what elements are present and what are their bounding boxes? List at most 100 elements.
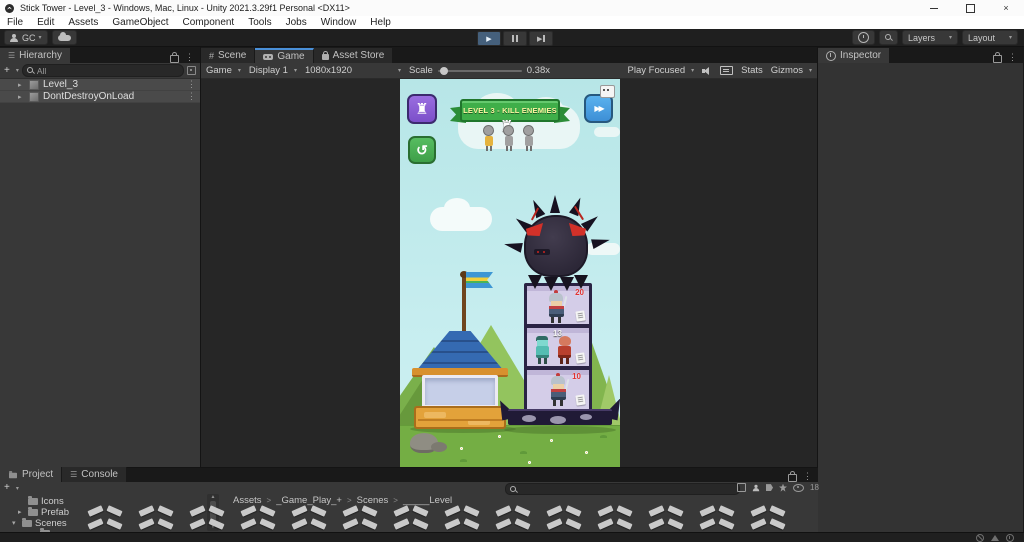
chevron-right-icon[interactable]: ▸ bbox=[18, 508, 25, 516]
scene-file-icon[interactable] bbox=[88, 517, 122, 530]
stats-button[interactable]: Stats bbox=[741, 65, 763, 76]
display-dropdown[interactable]: Display 1 ▾ bbox=[249, 65, 297, 76]
scene-file-icon[interactable] bbox=[88, 504, 122, 517]
scene-file-icon[interactable] bbox=[139, 517, 173, 530]
scene-file-icon[interactable] bbox=[649, 517, 683, 530]
fast-forward-button[interactable]: ▶▶ bbox=[584, 94, 613, 123]
tab-inspector[interactable]: Inspector bbox=[818, 48, 890, 63]
menu-item[interactable]: Edit bbox=[37, 17, 54, 28]
focus-mode-dropdown[interactable]: Play Focused ▾ bbox=[628, 65, 695, 76]
display-mode-dropdown[interactable]: Game ▾ bbox=[206, 65, 241, 76]
menu-item[interactable]: GameObject bbox=[112, 17, 168, 28]
tab-console[interactable]: ☰ Console bbox=[62, 467, 127, 482]
player-tower-floor[interactable] bbox=[422, 375, 498, 408]
step-button[interactable]: ▶ bbox=[529, 31, 553, 46]
menu-item[interactable]: Window bbox=[321, 17, 357, 28]
tab-game[interactable]: Game bbox=[255, 48, 313, 63]
panel-menu-icon[interactable]: ⋮ bbox=[1008, 53, 1017, 62]
layout-dropdown[interactable]: Layout ▾ bbox=[962, 30, 1018, 45]
hierarchy-empty-area[interactable] bbox=[0, 103, 200, 467]
scene-file-icon[interactable] bbox=[292, 504, 326, 517]
scene-file-icon[interactable] bbox=[241, 517, 275, 530]
menu-item[interactable]: File bbox=[7, 17, 23, 28]
scene-file-icon[interactable] bbox=[343, 517, 377, 530]
cloud-button[interactable] bbox=[52, 30, 77, 45]
scene-file-icon[interactable] bbox=[445, 517, 479, 530]
chevron-down-icon[interactable]: ▾ bbox=[16, 67, 19, 74]
folder-row-scenes[interactable]: ▾ Scenes bbox=[12, 518, 67, 528]
close-button[interactable]: × bbox=[988, 0, 1024, 16]
scene-file-icon[interactable] bbox=[241, 504, 275, 517]
search-by-label-icon[interactable] bbox=[766, 484, 773, 491]
scene-file-icon[interactable] bbox=[343, 504, 377, 517]
item-menu-icon[interactable]: ⋮ bbox=[187, 80, 196, 89]
minimize-button[interactable] bbox=[916, 0, 952, 16]
scroll-up-icon[interactable]: ▲ bbox=[211, 495, 216, 500]
enemy-floor-2[interactable]: 13 bbox=[527, 328, 589, 366]
scene-file-icon[interactable] bbox=[445, 504, 479, 517]
scene-file-icon[interactable] bbox=[394, 517, 428, 530]
scene-file-icon[interactable] bbox=[190, 504, 224, 517]
scene-file-icon[interactable] bbox=[751, 504, 785, 517]
account-button[interactable]: GC ▾ bbox=[4, 30, 48, 45]
scene-file-icon[interactable] bbox=[139, 504, 173, 517]
chevron-down-icon[interactable]: ▾ bbox=[16, 485, 19, 492]
restart-button[interactable]: ↺ bbox=[408, 136, 436, 164]
mute-audio-icon[interactable] bbox=[702, 67, 712, 75]
item-menu-icon[interactable]: ⋮ bbox=[187, 92, 196, 101]
create-button[interactable]: + bbox=[4, 66, 10, 76]
scene-file-icon[interactable] bbox=[496, 517, 530, 530]
scene-file-icon[interactable] bbox=[649, 504, 683, 517]
gizmos-dropdown[interactable]: Gizmos ▾ bbox=[771, 65, 812, 76]
tab-project[interactable]: Project bbox=[0, 467, 62, 482]
menu-item[interactable]: Help bbox=[370, 17, 391, 28]
warning-count-icon[interactable] bbox=[991, 535, 999, 541]
menu-item[interactable]: Tools bbox=[248, 17, 271, 28]
scene-file-icon[interactable] bbox=[496, 504, 530, 517]
search-button[interactable] bbox=[879, 30, 898, 45]
tab-hierarchy[interactable]: ☰ Hierarchy bbox=[0, 48, 71, 63]
info-count-icon[interactable] bbox=[1006, 534, 1014, 542]
layers-dropdown[interactable]: Layers ▾ bbox=[902, 30, 958, 45]
scene-file-icon[interactable] bbox=[700, 504, 734, 517]
scene-file-icon[interactable] bbox=[598, 504, 632, 517]
tab-asset-store[interactable]: Asset Store bbox=[314, 48, 394, 63]
favorites-icon[interactable] bbox=[779, 484, 787, 492]
resolution-dropdown[interactable]: 1080x1920 ▾ bbox=[305, 65, 401, 76]
scene-file-icon[interactable] bbox=[292, 517, 326, 530]
hidden-count-icon[interactable] bbox=[793, 484, 804, 492]
undo-history-button[interactable] bbox=[852, 30, 875, 45]
hierarchy-search-input[interactable]: All bbox=[22, 64, 184, 77]
menu-item[interactable]: Jobs bbox=[286, 17, 307, 28]
hierarchy-row[interactable]: ▸ DontDestroyOnLoad ⋮ bbox=[0, 91, 200, 103]
play-button[interactable]: ▶ bbox=[477, 31, 501, 46]
create-button[interactable]: + bbox=[4, 483, 10, 493]
search-by-type-icon[interactable] bbox=[737, 483, 746, 492]
scene-file-icon[interactable] bbox=[394, 504, 428, 517]
chevron-right-icon[interactable]: ▸ bbox=[18, 93, 25, 101]
scene-file-icon[interactable] bbox=[547, 517, 581, 530]
tab-scene[interactable]: # Scene bbox=[201, 48, 255, 63]
scale-slider-thumb[interactable] bbox=[440, 67, 448, 75]
folder-row-prefab[interactable]: ▸ Prefab bbox=[18, 507, 69, 517]
chevron-down-icon[interactable]: ▾ bbox=[12, 519, 19, 527]
scene-file-icon[interactable] bbox=[547, 504, 581, 517]
scene-file-icon[interactable] bbox=[598, 517, 632, 530]
scene-file-icon[interactable] bbox=[190, 517, 224, 530]
small-overlay-icon[interactable] bbox=[600, 85, 615, 98]
lock-icon[interactable] bbox=[993, 55, 1002, 63]
panel-menu-icon[interactable]: ⋮ bbox=[185, 53, 194, 62]
lock-icon[interactable] bbox=[788, 474, 797, 482]
picker-icon[interactable] bbox=[187, 66, 196, 75]
menu-item[interactable]: Assets bbox=[68, 17, 98, 28]
folder-row-icons[interactable]: Icons bbox=[28, 496, 64, 506]
castle-menu-button[interactable]: ♜ bbox=[407, 94, 437, 124]
lock-icon[interactable] bbox=[170, 55, 179, 63]
maximize-button[interactable] bbox=[952, 0, 988, 16]
scene-file-icon[interactable] bbox=[751, 517, 785, 530]
panel-menu-icon[interactable]: ⋮ bbox=[803, 472, 812, 481]
error-count-icon[interactable] bbox=[976, 534, 984, 542]
scene-file-icon[interactable] bbox=[700, 517, 734, 530]
keyboard-icon[interactable] bbox=[720, 66, 733, 75]
hierarchy-row[interactable]: ▸ Level_3 ⋮ bbox=[0, 79, 200, 91]
